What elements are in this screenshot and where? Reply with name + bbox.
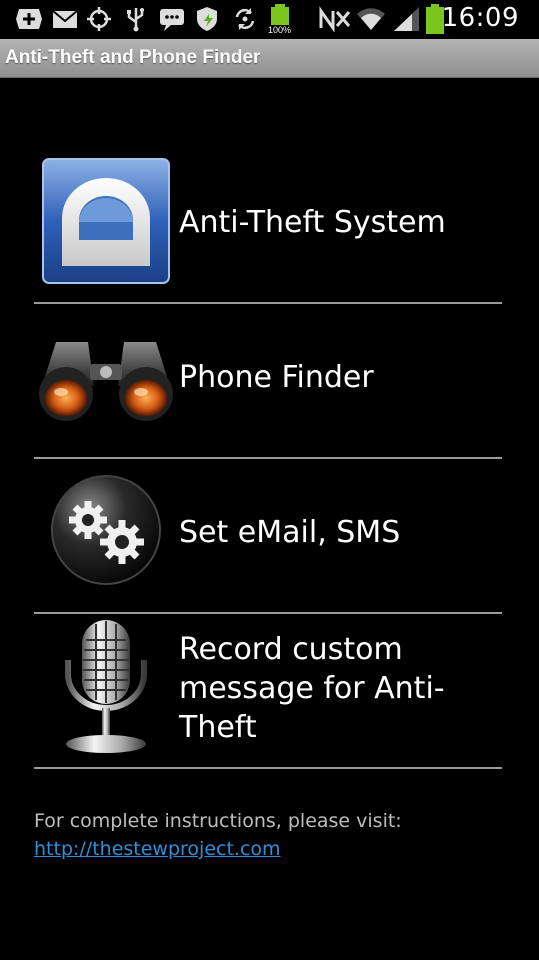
signal-icon [394, 7, 419, 31]
gps-icon [87, 7, 111, 31]
status-bar: 100% 16:09 [0, 0, 539, 39]
menu-item-label: Anti-Theft System [179, 205, 446, 240]
no-sim-icon [319, 6, 351, 32]
menu-item-anti-theft[interactable]: Anti-Theft System [34, 148, 502, 303]
battery-percent: 100% [268, 25, 292, 35]
instructions-text: For complete instructions, please visit: [34, 810, 402, 832]
microphone-icon [65, 620, 147, 753]
menu-item-label: Record custom message for Anti-Theft [179, 632, 445, 745]
clock: 16:09 [441, 3, 519, 33]
sync-icon [235, 8, 255, 30]
menu-item-label: Phone Finder [179, 360, 374, 395]
menu-item-label: Set eMail, SMS [179, 515, 401, 550]
add-icon [16, 9, 42, 29]
title-bar: Anti-Theft and Phone Finder [0, 39, 539, 78]
binoculars-icon [39, 342, 173, 421]
wifi-icon [357, 8, 385, 30]
menu-item-record-message[interactable]: Record custom message for Anti-Theft [34, 614, 502, 769]
website-link[interactable]: http://thestewproject.com [34, 838, 281, 860]
email-icon [52, 10, 78, 28]
usb-icon [127, 8, 144, 32]
menu-item-phone-finder[interactable]: Phone Finder [34, 304, 502, 459]
gears-icon [51, 475, 161, 585]
chat-icon [160, 9, 184, 31]
battery-full-icon: 100% [268, 4, 294, 35]
page-title: Anti-Theft and Phone Finder [5, 47, 261, 68]
shield-icon [197, 7, 217, 31]
divider [34, 767, 502, 769]
menu-item-set-email-sms[interactable]: Set eMail, SMS [34, 459, 502, 614]
lock-icon [42, 158, 170, 284]
